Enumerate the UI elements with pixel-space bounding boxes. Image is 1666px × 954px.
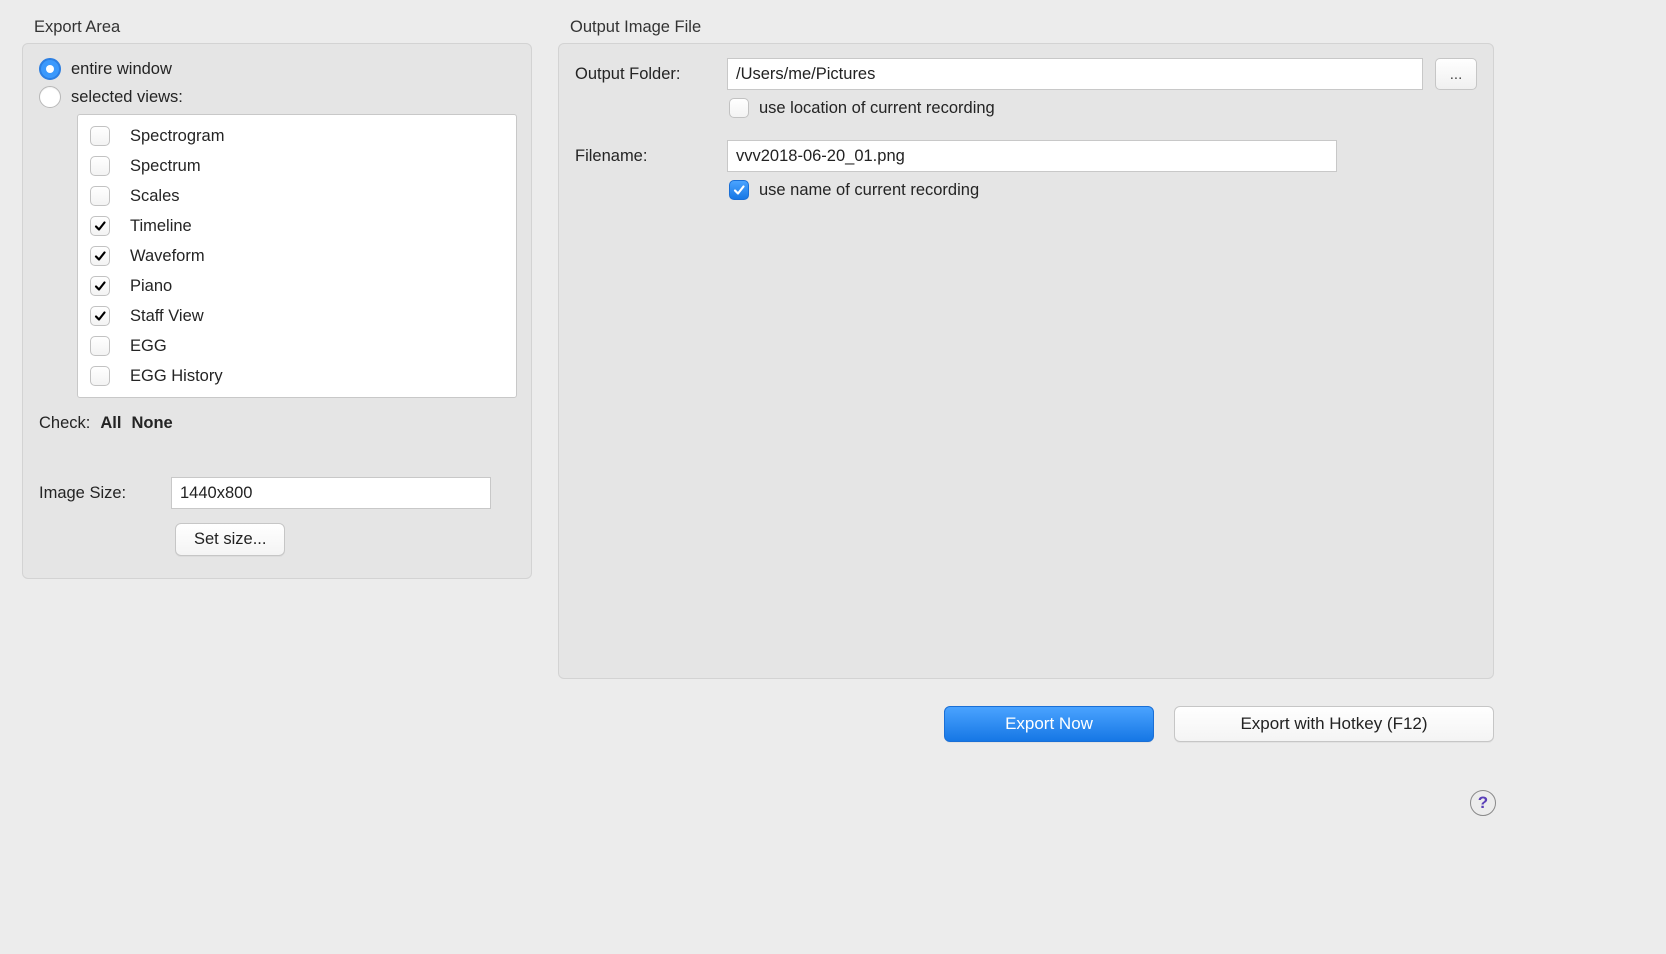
view-item[interactable]: Spectrum bbox=[88, 151, 506, 181]
export-hotkey-button[interactable]: Export with Hotkey (F12) bbox=[1174, 706, 1494, 742]
filename-input[interactable] bbox=[727, 140, 1337, 172]
view-item-label: Piano bbox=[124, 277, 172, 296]
view-item[interactable]: Waveform bbox=[88, 241, 506, 271]
view-checkbox[interactable] bbox=[90, 306, 110, 326]
view-item[interactable]: Timeline bbox=[88, 211, 506, 241]
view-item-label: Waveform bbox=[124, 247, 205, 266]
view-checkbox[interactable] bbox=[90, 336, 110, 356]
view-item[interactable]: EGG bbox=[88, 331, 506, 361]
output-folder-input[interactable] bbox=[727, 58, 1423, 90]
view-item-label: Spectrum bbox=[124, 157, 201, 176]
view-checkbox[interactable] bbox=[90, 156, 110, 176]
view-item-label: EGG bbox=[124, 337, 167, 356]
check-label: Check: bbox=[39, 414, 90, 433]
view-item-label: EGG History bbox=[124, 367, 223, 386]
check-icon bbox=[93, 279, 107, 293]
check-none-button[interactable]: None bbox=[131, 414, 172, 433]
question-icon: ? bbox=[1478, 793, 1488, 813]
output-file-group: Output Folder: ... use location of curre… bbox=[558, 43, 1494, 679]
radio-entire-window-label: entire window bbox=[71, 60, 172, 79]
view-checkbox[interactable] bbox=[90, 216, 110, 236]
view-item[interactable]: Piano bbox=[88, 271, 506, 301]
use-name-row[interactable]: use name of current recording bbox=[729, 180, 1477, 200]
use-name-checkbox[interactable] bbox=[729, 180, 749, 200]
radio-entire-window[interactable] bbox=[39, 58, 61, 80]
check-all-button[interactable]: All bbox=[100, 414, 121, 433]
view-item-label: Scales bbox=[124, 187, 180, 206]
view-item[interactable]: EGG History bbox=[88, 361, 506, 391]
radio-selected-views-row[interactable]: selected views: bbox=[39, 86, 515, 108]
output-folder-label: Output Folder: bbox=[575, 65, 715, 84]
check-icon bbox=[93, 249, 107, 263]
view-item[interactable]: Scales bbox=[88, 181, 506, 211]
image-size-label: Image Size: bbox=[39, 484, 157, 503]
export-area-group-label: Export Area bbox=[22, 18, 532, 37]
view-checkbox[interactable] bbox=[90, 126, 110, 146]
output-file-group-label: Output Image File bbox=[558, 18, 1494, 37]
export-now-button[interactable]: Export Now bbox=[944, 706, 1154, 742]
export-area-group: entire window selected views: Spectrogra… bbox=[22, 43, 532, 579]
views-list: Spectrogram Spectrum Scales Timeline Wavefor… bbox=[77, 114, 517, 398]
set-size-button[interactable]: Set size... bbox=[175, 523, 285, 556]
use-name-label: use name of current recording bbox=[759, 181, 979, 200]
view-checkbox[interactable] bbox=[90, 366, 110, 386]
help-button[interactable]: ? bbox=[1470, 790, 1496, 816]
radio-selected-views[interactable] bbox=[39, 86, 61, 108]
view-item-label: Staff View bbox=[124, 307, 204, 326]
image-size-input[interactable] bbox=[171, 477, 491, 509]
check-icon bbox=[732, 183, 746, 197]
use-location-label: use location of current recording bbox=[759, 99, 995, 118]
view-item[interactable]: Spectrogram bbox=[88, 121, 506, 151]
filename-label: Filename: bbox=[575, 147, 715, 166]
browse-folder-button[interactable]: ... bbox=[1435, 58, 1477, 90]
check-icon bbox=[93, 219, 107, 233]
view-item-label: Spectrogram bbox=[124, 127, 224, 146]
use-location-checkbox[interactable] bbox=[729, 98, 749, 118]
view-item-label: Timeline bbox=[124, 217, 192, 236]
view-checkbox[interactable] bbox=[90, 186, 110, 206]
radio-selected-views-label: selected views: bbox=[71, 88, 183, 107]
view-checkbox[interactable] bbox=[90, 246, 110, 266]
footer-buttons: Export Now Export with Hotkey (F12) bbox=[944, 706, 1494, 742]
view-checkbox[interactable] bbox=[90, 276, 110, 296]
view-item[interactable]: Staff View bbox=[88, 301, 506, 331]
radio-entire-window-row[interactable]: entire window bbox=[39, 58, 515, 80]
check-icon bbox=[93, 309, 107, 323]
use-location-row[interactable]: use location of current recording bbox=[729, 98, 1477, 118]
